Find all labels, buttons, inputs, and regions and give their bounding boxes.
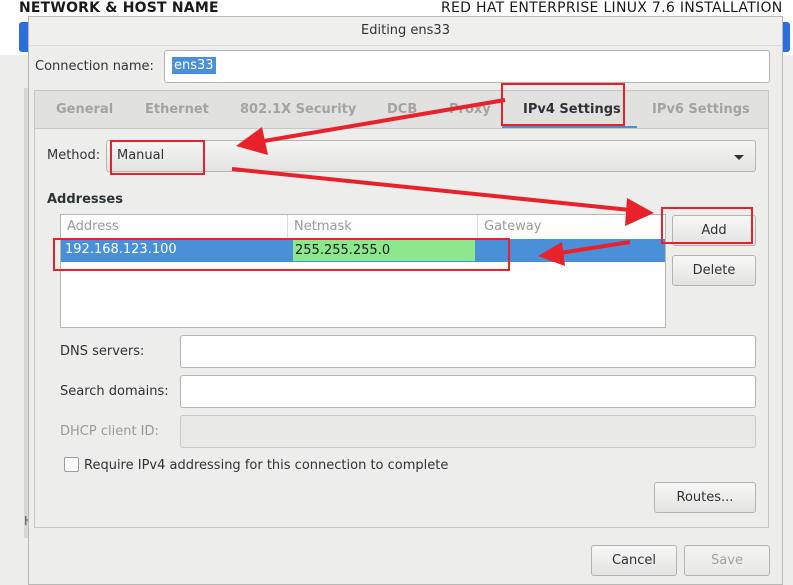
arrow-to-row [559,240,631,255]
arrow-to-method [257,98,506,144]
annotation-arrows [231,98,654,266]
arrow-head-add [625,198,654,226]
arrow-head-row [538,242,565,266]
arrow-head-method [236,127,268,155]
arrow-to-add [231,167,631,212]
